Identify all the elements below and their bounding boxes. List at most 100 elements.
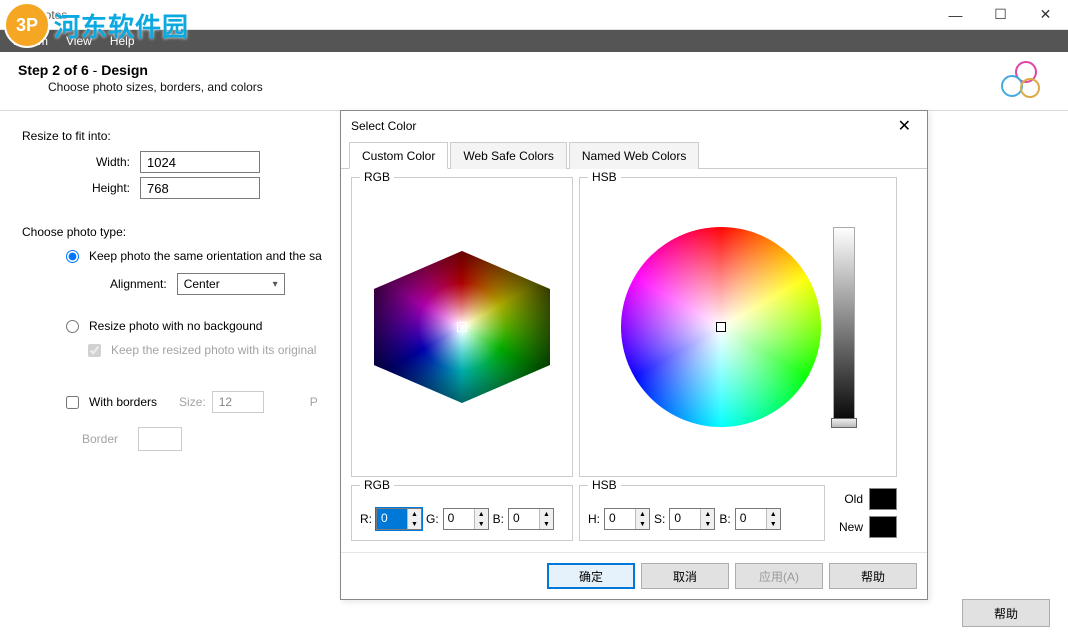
hsb-wheel-marker[interactable] bbox=[716, 322, 726, 332]
dialog-title: Select Color bbox=[351, 119, 416, 133]
bubbles-icon bbox=[996, 60, 1042, 100]
s-spinner[interactable]: 0 ▲▼ bbox=[669, 508, 715, 530]
h-value: 0 bbox=[605, 509, 635, 529]
step-title: Step 2 of 6 - Design bbox=[18, 62, 263, 78]
hsb-inputs-legend: HSB bbox=[588, 478, 621, 492]
width-label: Width: bbox=[66, 155, 130, 169]
rgb-hexagon-marker[interactable] bbox=[457, 322, 467, 332]
alignment-label: Alignment: bbox=[110, 277, 167, 291]
b-spinner[interactable]: 0 ▲▼ bbox=[508, 508, 554, 530]
b2-value: 0 bbox=[736, 509, 766, 529]
new-label: New bbox=[839, 520, 863, 534]
old-new-panel: Old New bbox=[833, 485, 897, 541]
main-button-bar: 帮助 bbox=[962, 599, 1050, 627]
dialog-ok-button[interactable]: 确定 bbox=[547, 563, 635, 589]
main-help-button[interactable]: 帮助 bbox=[962, 599, 1050, 627]
h-label: H: bbox=[588, 512, 600, 526]
radio-same-orientation[interactable] bbox=[66, 250, 79, 263]
step-number: Step 2 of 6 bbox=[18, 62, 89, 78]
s-label: S: bbox=[654, 512, 665, 526]
b2-spinner[interactable]: 0 ▲▼ bbox=[735, 508, 781, 530]
dialog-cancel-button[interactable]: 取消 bbox=[641, 563, 729, 589]
old-color-swatch bbox=[869, 488, 897, 510]
width-input[interactable] bbox=[140, 151, 260, 173]
r-up-icon[interactable]: ▲ bbox=[407, 509, 421, 519]
hsb-panel-legend: HSB bbox=[588, 170, 621, 184]
dialog-close-button[interactable]: ✕ bbox=[892, 116, 917, 136]
g-spinner[interactable]: 0 ▲▼ bbox=[443, 508, 489, 530]
g-up-icon[interactable]: ▲ bbox=[474, 509, 488, 519]
tab-custom-color[interactable]: Custom Color bbox=[349, 142, 448, 169]
border-label: Border bbox=[82, 432, 118, 446]
rgb-picker-panel: RGB bbox=[351, 177, 573, 477]
menu-album[interactable]: Album bbox=[6, 32, 56, 50]
b-down-icon[interactable]: ▼ bbox=[539, 519, 553, 529]
radio-resize-label: Resize photo with no backgound bbox=[89, 319, 262, 333]
border-color-swatch[interactable] bbox=[138, 427, 182, 451]
menu-help[interactable]: Help bbox=[102, 32, 143, 50]
height-input[interactable] bbox=[140, 177, 260, 199]
size-label: Size: bbox=[179, 395, 206, 409]
dialog-help-button[interactable]: 帮助 bbox=[829, 563, 917, 589]
dialog-body: RGB HSB RGB R: bbox=[341, 169, 927, 552]
hsb-inputs-panel: HSB H: 0 ▲▼ S: 0 ▲▼ B: 0 ▲▼ bbox=[579, 485, 825, 541]
radio-same-label: Keep photo the same orientation and the … bbox=[89, 249, 322, 263]
rgb-panel-legend: RGB bbox=[360, 170, 394, 184]
chevron-down-icon: ▾ bbox=[273, 279, 278, 290]
dialog-button-bar: 确定 取消 应用(A) 帮助 bbox=[341, 552, 927, 599]
b2-up-icon[interactable]: ▲ bbox=[766, 509, 780, 519]
keep-original-label: Keep the resized photo with its original bbox=[111, 343, 316, 357]
b-value: 0 bbox=[509, 509, 539, 529]
select-color-dialog: Select Color ✕ Custom Color Web Safe Col… bbox=[340, 110, 928, 600]
dialog-titlebar: Select Color ✕ bbox=[341, 111, 927, 141]
r-label: R: bbox=[360, 512, 372, 526]
step-name: Design bbox=[101, 62, 148, 78]
hsb-brightness-handle[interactable] bbox=[831, 418, 857, 428]
with-borders-label: With borders bbox=[89, 395, 157, 409]
h-spinner[interactable]: 0 ▲▼ bbox=[604, 508, 650, 530]
rgb-inputs-legend: RGB bbox=[360, 478, 394, 492]
window-close-button[interactable]: ✕ bbox=[1023, 0, 1068, 30]
tab-web-safe[interactable]: Web Safe Colors bbox=[450, 142, 567, 169]
hsb-color-wheel[interactable] bbox=[621, 227, 821, 427]
step-sep: - bbox=[89, 62, 101, 78]
step-header: Step 2 of 6 - Design Choose photo sizes,… bbox=[0, 52, 1068, 111]
height-label: Height: bbox=[66, 181, 130, 195]
alignment-value: Center bbox=[184, 277, 220, 291]
check-keep-original bbox=[88, 344, 101, 357]
alignment-select[interactable]: Center ▾ bbox=[177, 273, 285, 295]
h-up-icon[interactable]: ▲ bbox=[635, 509, 649, 519]
new-color-swatch bbox=[869, 516, 897, 538]
r-value: 0 bbox=[377, 509, 407, 529]
hsb-brightness-slider[interactable] bbox=[833, 227, 855, 427]
p-label: P bbox=[310, 395, 318, 409]
app-icon bbox=[8, 7, 24, 23]
h-down-icon[interactable]: ▼ bbox=[635, 519, 649, 529]
tab-named-web[interactable]: Named Web Colors bbox=[569, 142, 699, 169]
check-with-borders[interactable] bbox=[66, 396, 79, 409]
dialog-tabs: Custom Color Web Safe Colors Named Web C… bbox=[341, 141, 927, 169]
r-spinner[interactable]: 0 ▲▼ bbox=[376, 508, 422, 530]
border-size-input[interactable] bbox=[212, 391, 264, 413]
rgb-inputs-panel: RGB R: 0 ▲▼ G: 0 ▲▼ B: 0 ▲▼ bbox=[351, 485, 573, 541]
b-label: B: bbox=[493, 512, 504, 526]
b-up-icon[interactable]: ▲ bbox=[539, 509, 553, 519]
radio-resize-nobg[interactable] bbox=[66, 320, 79, 333]
window-title: Photos bbox=[30, 8, 67, 22]
s-value: 0 bbox=[670, 509, 700, 529]
window-minimize-button[interactable]: — bbox=[933, 0, 978, 30]
g-value: 0 bbox=[444, 509, 474, 529]
step-subtitle: Choose photo sizes, borders, and colors bbox=[48, 80, 263, 94]
b2-label: B: bbox=[719, 512, 730, 526]
window-maximize-button[interactable]: ☐ bbox=[978, 0, 1023, 30]
old-label: Old bbox=[844, 492, 863, 506]
r-down-icon[interactable]: ▼ bbox=[407, 519, 421, 529]
b2-down-icon[interactable]: ▼ bbox=[766, 519, 780, 529]
g-down-icon[interactable]: ▼ bbox=[474, 519, 488, 529]
s-up-icon[interactable]: ▲ bbox=[700, 509, 714, 519]
g-label: G: bbox=[426, 512, 439, 526]
menu-view[interactable]: View bbox=[58, 32, 100, 50]
dialog-apply-button: 应用(A) bbox=[735, 563, 823, 589]
hsb-picker-panel: HSB bbox=[579, 177, 897, 477]
s-down-icon[interactable]: ▼ bbox=[700, 519, 714, 529]
